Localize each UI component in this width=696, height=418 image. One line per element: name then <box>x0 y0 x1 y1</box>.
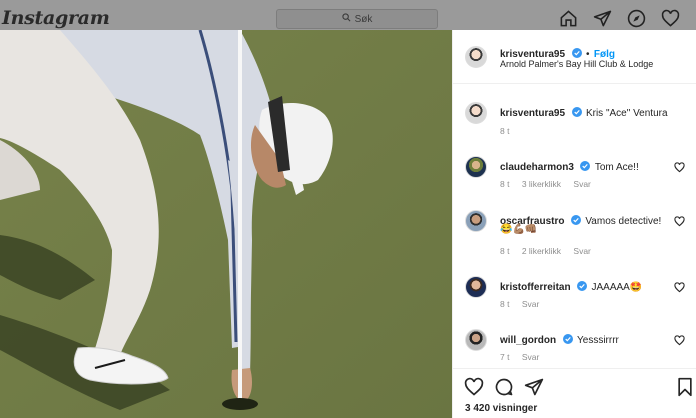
search-icon <box>341 13 351 25</box>
comment-text: JAAAAA🤩 <box>591 282 643 293</box>
comment-icon[interactable] <box>494 377 514 397</box>
like-comment-heart-icon[interactable] <box>674 282 685 293</box>
share-icon[interactable] <box>524 377 544 397</box>
post-header: krisventura95 • Følg Arnold Palmer's Bay… <box>453 30 696 84</box>
comment-likes[interactable]: 3 likerklikk <box>522 179 561 189</box>
caption-time[interactable]: 8 t <box>500 126 509 136</box>
views-count[interactable]: 3 420 visninger <box>465 403 537 414</box>
commenter-avatar[interactable] <box>465 329 487 351</box>
caption-username[interactable]: krisventura95 <box>500 108 565 119</box>
like-heart-icon[interactable] <box>464 377 484 397</box>
comment-username[interactable]: kristofferreitan <box>500 282 571 293</box>
author-avatar[interactable] <box>465 46 487 68</box>
verified-badge-icon <box>562 334 573 344</box>
comment-time[interactable]: 8 t <box>500 299 509 309</box>
comment-text: Vamos detective! <box>585 216 662 227</box>
caption-text: Kris "Ace" Ventura <box>585 108 668 119</box>
verified-badge-icon <box>571 107 582 117</box>
comment-time[interactable]: 7 t <box>500 352 509 362</box>
golfer-video-frame <box>0 30 452 418</box>
comment-username[interactable]: will_gordon <box>500 335 556 346</box>
verified-badge-icon <box>577 281 588 291</box>
verified-badge-icon <box>570 215 581 225</box>
explore-icon[interactable] <box>627 9 646 28</box>
comment-meta: 7 t Svar <box>500 352 549 362</box>
comment-username[interactable]: claudeharmon3 <box>500 162 574 173</box>
save-bookmark-icon[interactable] <box>675 377 695 397</box>
comment-likes[interactable]: 2 likerklikk <box>522 246 561 256</box>
verified-badge-icon <box>580 161 591 171</box>
caption-meta: 8 t <box>500 126 519 136</box>
comment-time[interactable]: 8 t <box>500 246 509 256</box>
comment-meta: 8 t 3 likerklikk Svar <box>500 179 601 189</box>
like-comment-heart-icon[interactable] <box>674 335 685 346</box>
reply-button[interactable]: Svar <box>522 352 539 362</box>
like-comment-heart-icon[interactable] <box>674 216 685 227</box>
direct-icon[interactable] <box>593 9 612 28</box>
search-placeholder: Søk <box>354 13 373 25</box>
reply-button[interactable]: Svar <box>573 246 590 256</box>
like-comment-heart-icon[interactable] <box>674 162 685 173</box>
post-actions: 3 420 visninger <box>453 368 696 418</box>
home-icon[interactable] <box>559 9 578 28</box>
post-video[interactable] <box>0 30 452 418</box>
comment-text: Yesssirrrr <box>577 335 619 346</box>
comment-meta: 8 t Svar <box>500 299 549 309</box>
reply-button[interactable]: Svar <box>522 299 539 309</box>
comment-time[interactable]: 8 t <box>500 179 509 189</box>
comment-text: Tom Ace!! <box>594 162 639 173</box>
search-input[interactable]: Søk <box>276 9 438 29</box>
instagram-logo[interactable]: Instagram <box>2 7 110 29</box>
comment-meta: 8 t 2 likerklikk Svar <box>500 246 601 256</box>
commenter-avatar[interactable] <box>465 156 487 178</box>
reply-button[interactable]: Svar <box>573 179 590 189</box>
nav-icons <box>559 9 680 28</box>
post-location[interactable]: Arnold Palmer's Bay Hill Club & Lodge <box>500 59 653 69</box>
verified-badge-icon <box>571 48 582 58</box>
caption-avatar[interactable] <box>465 102 487 124</box>
comment-emojis: 😂💪🏽👊🏽 <box>500 224 538 235</box>
commenter-avatar[interactable] <box>465 210 487 232</box>
post-side-panel: krisventura95 • Følg Arnold Palmer's Bay… <box>452 30 696 418</box>
commenter-avatar[interactable] <box>465 276 487 298</box>
heart-icon[interactable] <box>661 9 680 28</box>
